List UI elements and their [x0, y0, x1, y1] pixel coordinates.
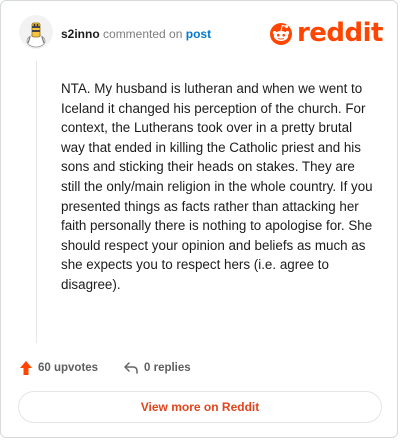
reply-count: 0 replies [144, 362, 191, 374]
avatar-icon[interactable] [19, 15, 53, 49]
upvote-count: 60 upvotes [38, 362, 99, 374]
reply-button[interactable]: 0 replies [123, 357, 191, 379]
reddit-logo[interactable]: reddit [268, 18, 384, 48]
comment-actions: 60 upvotes 0 replies [19, 357, 379, 379]
view-more-button[interactable]: View more on Reddit [18, 391, 382, 423]
embedded-comment-card: s2inno commented on post reddit NTA. My … [0, 0, 398, 438]
comment-byline: s2inno commented on post [61, 27, 211, 41]
post-link[interactable]: post [186, 27, 211, 41]
byline-action-text: commented on [103, 27, 183, 41]
thread-line[interactable] [36, 61, 37, 343]
reply-arrow-icon [124, 362, 138, 374]
upvote-arrow-icon [20, 361, 32, 375]
reddit-alien-icon [269, 23, 292, 45]
username-link[interactable]: s2inno [61, 27, 100, 41]
comment-body: NTA. My husband is lutheran and when we … [61, 81, 373, 292]
upvote-button[interactable]: 60 upvotes [19, 357, 98, 379]
comment-header: s2inno commented on post reddit [19, 13, 384, 53]
reddit-logo-text: reddit [296, 18, 384, 48]
